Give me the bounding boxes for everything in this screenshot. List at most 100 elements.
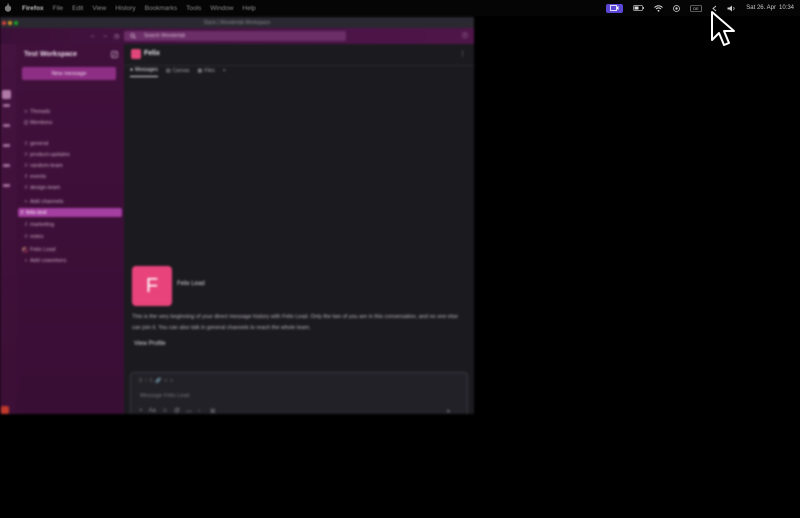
- sidebar-item-label: general: [30, 140, 49, 147]
- message-input[interactable]: Message Felix Lead: [140, 393, 189, 399]
- menu-bookmarks[interactable]: Bookmarks: [145, 5, 178, 12]
- compose-icon[interactable]: [111, 51, 118, 58]
- formatting-toolbar[interactable]: B I S 🔗 ≡ ≡: [139, 378, 173, 384]
- search-icon: [130, 33, 136, 39]
- macos-menu-bar: Firefox File Edit View History Bookmarks…: [0, 0, 800, 16]
- emoji-icon[interactable]: ☺: [162, 408, 168, 414]
- battery-icon[interactable]: [633, 5, 645, 11]
- help-icon[interactable]: ⓘ: [462, 31, 468, 40]
- channel-main-pane: Felix ⋮ ● Messages ▤ Canvas ▦ Files + F …: [124, 44, 474, 414]
- slack-window: Slack | Wonderlab Workspace ← → ◷ Search…: [0, 17, 474, 414]
- hash-icon: #: [24, 233, 28, 240]
- channel-tabs: ● Messages ▤ Canvas ▦ Files +: [130, 67, 226, 77]
- send-icon[interactable]: ➤: [446, 408, 451, 414]
- control-center-icon[interactable]: [673, 4, 681, 12]
- sidebar-item-label: Mentions: [30, 119, 53, 126]
- history-icon[interactable]: ◷: [114, 33, 119, 40]
- keyboard-icon[interactable]: DE: [690, 4, 703, 12]
- menu-window[interactable]: Window: [210, 5, 233, 12]
- view-profile-link[interactable]: View Profile: [134, 341, 166, 347]
- menu-edit[interactable]: Edit: [72, 5, 83, 12]
- sidebar-item-channel[interactable]: # product-updates: [22, 150, 118, 159]
- menu-history[interactable]: History: [115, 5, 135, 12]
- workspace-switcher-icon[interactable]: [2, 90, 11, 99]
- channel-header: Felix ⋮: [124, 44, 474, 66]
- sidebar-item-channel[interactable]: # design-team: [22, 183, 118, 192]
- search-bar[interactable]: Search Wonderlab: [124, 31, 346, 41]
- sidebar-item-channel[interactable]: # random-team: [22, 161, 118, 170]
- channel-name[interactable]: Felix: [144, 50, 160, 57]
- plus-icon: +: [24, 257, 28, 264]
- sidebar-item-channel[interactable]: # notes: [22, 232, 118, 241]
- sidebar-item-channel[interactable]: # general: [22, 139, 118, 148]
- keyboard-layout-label: DE: [694, 6, 700, 11]
- sidebar-item-label: Add channels: [30, 198, 64, 205]
- shortcuts-icon[interactable]: ⌘: [210, 408, 216, 414]
- tab-files[interactable]: ▦ Files: [198, 67, 215, 77]
- dm-intro-avatar[interactable]: F: [132, 266, 172, 306]
- menu-help[interactable]: Help: [242, 5, 255, 12]
- activity-icon[interactable]: [3, 144, 10, 147]
- screen-record-icon[interactable]: [606, 3, 624, 13]
- dm-intro-name[interactable]: Felix Lead: [177, 281, 205, 287]
- apple-icon[interactable]: [3, 3, 13, 13]
- hash-icon: #: [24, 162, 28, 169]
- mention-icon[interactable]: @: [174, 408, 180, 414]
- new-message-button[interactable]: New message: [22, 67, 116, 80]
- tab-canvas[interactable]: ▤ Canvas: [166, 67, 190, 77]
- sidebar-item-dm[interactable]: Felix Lead: [22, 245, 118, 254]
- menu-bar-status-area: DE Sat 26. Apr 10:34: [606, 0, 794, 16]
- text-format-icon[interactable]: Aa: [149, 408, 156, 414]
- plus-icon[interactable]: +: [139, 408, 143, 414]
- sidebar-item-felix-active[interactable]: # felix-test: [18, 208, 122, 217]
- workspace-name[interactable]: Test Workspace: [24, 51, 77, 58]
- sidebar-item-threads[interactable]: ≡ Threads: [22, 107, 118, 116]
- menu-view[interactable]: View: [92, 5, 106, 12]
- sidebar-item-label: Add coworkers: [30, 257, 67, 264]
- wifi-icon[interactable]: [654, 4, 664, 12]
- sidebar-item-label: random-team: [30, 162, 63, 169]
- sidebar-item-label: felix-test: [26, 209, 47, 216]
- later-icon[interactable]: [3, 164, 10, 167]
- sidebar-item-label: product-updates: [30, 151, 70, 158]
- window-title-bar[interactable]: Slack | Wonderlab Workspace: [0, 17, 474, 28]
- video-icon[interactable]: ▭: [186, 408, 192, 414]
- more-options-icon[interactable]: ⋮: [459, 50, 466, 58]
- files-icon: ▦: [197, 67, 203, 74]
- composer-tools: + Aa ☺ @ ▭ ♩ ⌘: [139, 408, 216, 414]
- sidebar-item-label: Felix Lead: [30, 246, 56, 253]
- menu-file[interactable]: File: [53, 5, 63, 12]
- sidebar-item-mentions[interactable]: @ Mentions: [22, 118, 118, 127]
- back-arrow-icon[interactable]: ←: [90, 33, 96, 39]
- sidebar-item-channel[interactable]: # marketing: [22, 220, 118, 229]
- sidebar-item-add-channels[interactable]: + Add channels: [22, 197, 118, 206]
- slack-top-bar: ← → ◷ Search Wonderlab ⓘ: [0, 28, 474, 44]
- message-composer[interactable]: B I S 🔗 ≡ ≡ Message Felix Lead + Aa ☺ @ …: [130, 372, 468, 414]
- window-title: Slack | Wonderlab Workspace: [203, 19, 271, 26]
- menu-app-name[interactable]: Firefox: [22, 5, 44, 12]
- search-placeholder: Search Wonderlab: [144, 33, 186, 39]
- mic-icon[interactable]: ♩: [198, 408, 204, 414]
- sidebar-item-channel[interactable]: # events: [22, 172, 118, 181]
- tab-label: Files: [204, 67, 215, 74]
- dm-avatar-icon: [22, 246, 28, 253]
- threads-icon: ≡: [24, 108, 28, 115]
- menu-bar-clock[interactable]: 10:34: [779, 5, 794, 11]
- forward-arrow-icon[interactable]: →: [102, 33, 108, 39]
- sidebar-item-add-coworkers[interactable]: + Add coworkers: [22, 256, 118, 265]
- mouse-pointer-icon: [711, 11, 735, 46]
- canvas-icon: ▤: [165, 67, 171, 74]
- channel-sidebar: Test Workspace New message ≡ Threads @ M…: [16, 44, 124, 414]
- add-tab-button[interactable]: +: [223, 67, 226, 77]
- menu-bar-date[interactable]: Sat 26. Apr: [746, 5, 776, 11]
- menu-tools[interactable]: Tools: [186, 5, 201, 12]
- dms-icon[interactable]: [3, 124, 10, 127]
- hash-icon: #: [24, 221, 28, 228]
- more-icon[interactable]: [3, 184, 10, 187]
- hash-icon: #: [24, 173, 28, 180]
- user-avatar[interactable]: [1, 406, 9, 414]
- tab-label: Messages: [135, 67, 158, 73]
- channel-avatar-icon[interactable]: [131, 49, 141, 59]
- tab-messages[interactable]: ● Messages: [130, 67, 158, 77]
- home-icon[interactable]: [3, 104, 10, 107]
